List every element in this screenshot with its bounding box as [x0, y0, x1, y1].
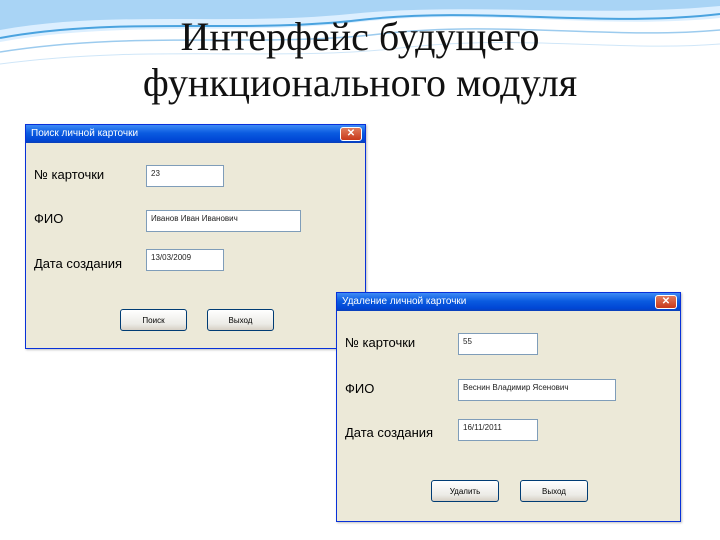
created-date-label: Дата создания — [34, 256, 123, 271]
search-button[interactable]: Поиск — [120, 309, 187, 331]
exit-button[interactable]: Выход — [520, 480, 588, 502]
fio-input[interactable]: Иванов Иван Иванович — [146, 210, 301, 232]
search-window-title: Поиск личной карточки — [31, 128, 139, 139]
delete-button[interactable]: Удалить — [431, 480, 499, 502]
fio-label: ФИО — [34, 211, 64, 226]
created-date-label: Дата создания — [345, 425, 434, 440]
close-icon: ✕ — [661, 296, 671, 307]
card-number-label: № карточки — [345, 335, 416, 350]
delete-window-title: Удаление личной карточки — [342, 296, 467, 307]
search-window-close-button[interactable]: ✕ — [340, 127, 362, 141]
card-number-label: № карточки — [34, 167, 105, 182]
slide-title: Интерфейс будущего функционального модул… — [0, 14, 720, 106]
slide-title-line-1: Интерфейс будущего — [180, 14, 540, 59]
card-number-input[interactable]: 23 — [146, 165, 224, 187]
created-date-input[interactable]: 16/11/2011 — [458, 419, 538, 441]
search-window-client-area: № карточки 23 ФИО Иванов Иван Иванович Д… — [28, 143, 363, 346]
search-card-window: Поиск личной карточки ✕ № карточки 23 ФИ… — [25, 124, 366, 349]
card-number-input[interactable]: 55 — [458, 333, 538, 355]
slide-title-line-2: функционального модуля — [142, 60, 578, 105]
exit-button[interactable]: Выход — [207, 309, 274, 331]
search-window-titlebar[interactable]: Поиск личной карточки ✕ — [26, 125, 365, 143]
close-icon: ✕ — [346, 128, 356, 139]
created-date-input[interactable]: 13/03/2009 — [146, 249, 224, 271]
delete-window-close-button[interactable]: ✕ — [655, 295, 677, 309]
fio-input[interactable]: Веснин Владимир Ясенович — [458, 379, 616, 401]
delete-window-titlebar[interactable]: Удаление личной карточки ✕ — [337, 293, 680, 311]
delete-card-window: Удаление личной карточки ✕ № карточки 55… — [336, 292, 681, 522]
delete-window-client-area: № карточки 55 ФИО Веснин Владимир Ясенов… — [339, 311, 678, 519]
fio-label: ФИО — [345, 381, 375, 396]
